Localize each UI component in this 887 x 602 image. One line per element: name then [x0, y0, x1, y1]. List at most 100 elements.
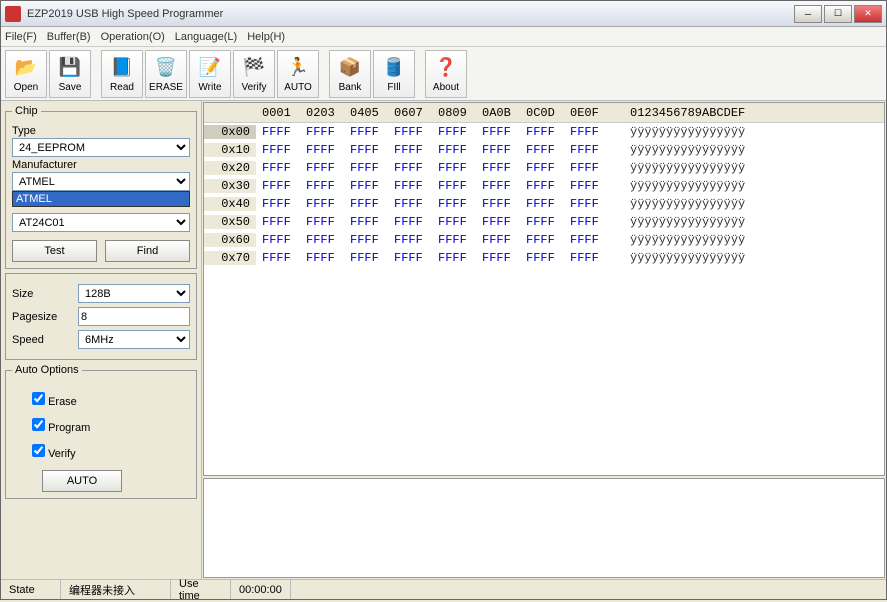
manufacturer-dropdown-list[interactable]: ATMEL	[12, 191, 190, 207]
erase-checkbox[interactable]	[32, 392, 45, 405]
hex-bytes[interactable]: FFFF	[394, 143, 438, 157]
hex-bytes[interactable]: FFFF	[262, 197, 306, 211]
hex-bytes[interactable]: FFFF	[482, 251, 526, 265]
auto-button[interactable]: 🏃AUTO	[277, 50, 319, 98]
hex-bytes[interactable]: FFFF	[482, 179, 526, 193]
write-button[interactable]: 📝Write	[189, 50, 231, 98]
hex-row[interactable]: 0x20FFFFFFFFFFFFFFFFFFFFFFFFFFFFFFFFÿÿÿÿ…	[204, 159, 884, 177]
open-button[interactable]: 📂Open	[5, 50, 47, 98]
erase-button[interactable]: 🗑️ERASE	[145, 50, 187, 98]
hex-bytes[interactable]: FFFF	[526, 233, 570, 247]
hex-bytes[interactable]: FFFF	[482, 197, 526, 211]
type-select[interactable]: 24_EEPROM	[12, 138, 190, 157]
hex-bytes[interactable]: FFFF	[306, 161, 350, 175]
pagesize-input[interactable]	[78, 307, 190, 326]
hex-row[interactable]: 0x00FFFFFFFFFFFFFFFFFFFFFFFFFFFFFFFFÿÿÿÿ…	[204, 123, 884, 141]
hex-bytes[interactable]: FFFF	[482, 143, 526, 157]
hex-bytes[interactable]: FFFF	[526, 197, 570, 211]
minimize-button[interactable]: ─	[794, 5, 822, 23]
hex-bytes[interactable]: FFFF	[350, 215, 394, 229]
hex-bytes[interactable]: FFFF	[482, 161, 526, 175]
program-checkbox-row[interactable]: Program	[32, 418, 190, 434]
hex-bytes[interactable]: FFFF	[350, 143, 394, 157]
hex-bytes[interactable]: FFFF	[482, 215, 526, 229]
hex-bytes[interactable]: FFFF	[350, 161, 394, 175]
hex-bytes[interactable]: FFFF	[306, 233, 350, 247]
manufacturer-select[interactable]: ATMEL	[12, 172, 190, 191]
verify-button[interactable]: 🏁Verify	[233, 50, 275, 98]
hex-bytes[interactable]: FFFF	[438, 251, 482, 265]
hex-bytes[interactable]: FFFF	[394, 215, 438, 229]
hex-bytes[interactable]: FFFF	[262, 215, 306, 229]
maximize-button[interactable]: ☐	[824, 5, 852, 23]
hex-bytes[interactable]: FFFF	[570, 215, 614, 229]
hex-bytes[interactable]: FFFF	[394, 197, 438, 211]
hex-bytes[interactable]: FFFF	[262, 161, 306, 175]
hex-row[interactable]: 0x70FFFFFFFFFFFFFFFFFFFFFFFFFFFFFFFFÿÿÿÿ…	[204, 249, 884, 267]
hex-bytes[interactable]: FFFF	[438, 233, 482, 247]
menu-help[interactable]: Help(H)	[247, 31, 285, 43]
hex-bytes[interactable]: FFFF	[438, 197, 482, 211]
hex-bytes[interactable]: FFFF	[262, 179, 306, 193]
close-button[interactable]: ✕	[854, 5, 882, 23]
hex-bytes[interactable]: FFFF	[262, 125, 306, 139]
hex-row[interactable]: 0x40FFFFFFFFFFFFFFFFFFFFFFFFFFFFFFFFÿÿÿÿ…	[204, 195, 884, 213]
hex-bytes[interactable]: FFFF	[394, 233, 438, 247]
hex-bytes[interactable]: FFFF	[438, 215, 482, 229]
hex-bytes[interactable]: FFFF	[526, 125, 570, 139]
hex-bytes[interactable]: FFFF	[570, 143, 614, 157]
hex-bytes[interactable]: FFFF	[262, 251, 306, 265]
hex-bytes[interactable]: FFFF	[570, 251, 614, 265]
hex-bytes[interactable]: FFFF	[438, 143, 482, 157]
menu-language[interactable]: Language(L)	[175, 31, 237, 43]
menu-operation[interactable]: Operation(O)	[101, 31, 165, 43]
hex-bytes[interactable]: FFFF	[306, 179, 350, 193]
hex-row[interactable]: 0x50FFFFFFFFFFFFFFFFFFFFFFFFFFFFFFFFÿÿÿÿ…	[204, 213, 884, 231]
auto-options-button[interactable]: AUTO	[42, 470, 122, 492]
size-select[interactable]: 128B	[78, 284, 190, 303]
hex-bytes[interactable]: FFFF	[570, 179, 614, 193]
test-button[interactable]: Test	[12, 240, 97, 262]
hex-row[interactable]: 0x60FFFFFFFFFFFFFFFFFFFFFFFFFFFFFFFFÿÿÿÿ…	[204, 231, 884, 249]
hex-bytes[interactable]: FFFF	[350, 233, 394, 247]
hex-bytes[interactable]: FFFF	[570, 197, 614, 211]
hex-bytes[interactable]: FFFF	[350, 179, 394, 193]
speed-select[interactable]: 6MHz	[78, 330, 190, 349]
hex-bytes[interactable]: FFFF	[306, 143, 350, 157]
hex-bytes[interactable]: FFFF	[394, 251, 438, 265]
device-select[interactable]: AT24C01	[12, 213, 190, 232]
hex-bytes[interactable]: FFFF	[570, 233, 614, 247]
hex-bytes[interactable]: FFFF	[570, 161, 614, 175]
program-checkbox[interactable]	[32, 418, 45, 431]
hex-bytes[interactable]: FFFF	[350, 197, 394, 211]
hex-bytes[interactable]: FFFF	[394, 161, 438, 175]
hex-bytes[interactable]: FFFF	[526, 215, 570, 229]
menu-file[interactable]: File(F)	[5, 31, 37, 43]
hex-bytes[interactable]: FFFF	[394, 179, 438, 193]
about-button[interactable]: ❓About	[425, 50, 467, 98]
verify-checkbox[interactable]	[32, 444, 45, 457]
hex-row[interactable]: 0x10FFFFFFFFFFFFFFFFFFFFFFFFFFFFFFFFÿÿÿÿ…	[204, 141, 884, 159]
hex-bytes[interactable]: FFFF	[482, 125, 526, 139]
menu-buffer[interactable]: Buffer(B)	[47, 31, 91, 43]
hex-bytes[interactable]: FFFF	[262, 143, 306, 157]
hex-bytes[interactable]: FFFF	[526, 179, 570, 193]
fill-button[interactable]: 🛢️FIll	[373, 50, 415, 98]
hex-bytes[interactable]: FFFF	[526, 251, 570, 265]
hex-bytes[interactable]: FFFF	[262, 233, 306, 247]
hex-bytes[interactable]: FFFF	[438, 179, 482, 193]
hex-bytes[interactable]: FFFF	[570, 125, 614, 139]
manufacturer-option[interactable]: ATMEL	[13, 192, 189, 206]
save-button[interactable]: 💾Save	[49, 50, 91, 98]
read-button[interactable]: 📘Read	[101, 50, 143, 98]
hex-bytes[interactable]: FFFF	[306, 125, 350, 139]
find-button[interactable]: Find	[105, 240, 190, 262]
hex-bytes[interactable]: FFFF	[350, 125, 394, 139]
log-area[interactable]	[203, 478, 885, 578]
hex-bytes[interactable]: FFFF	[394, 125, 438, 139]
hex-row[interactable]: 0x30FFFFFFFFFFFFFFFFFFFFFFFFFFFFFFFFÿÿÿÿ…	[204, 177, 884, 195]
hex-bytes[interactable]: FFFF	[526, 143, 570, 157]
hex-bytes[interactable]: FFFF	[350, 251, 394, 265]
hex-bytes[interactable]: FFFF	[438, 125, 482, 139]
hex-bytes[interactable]: FFFF	[482, 233, 526, 247]
